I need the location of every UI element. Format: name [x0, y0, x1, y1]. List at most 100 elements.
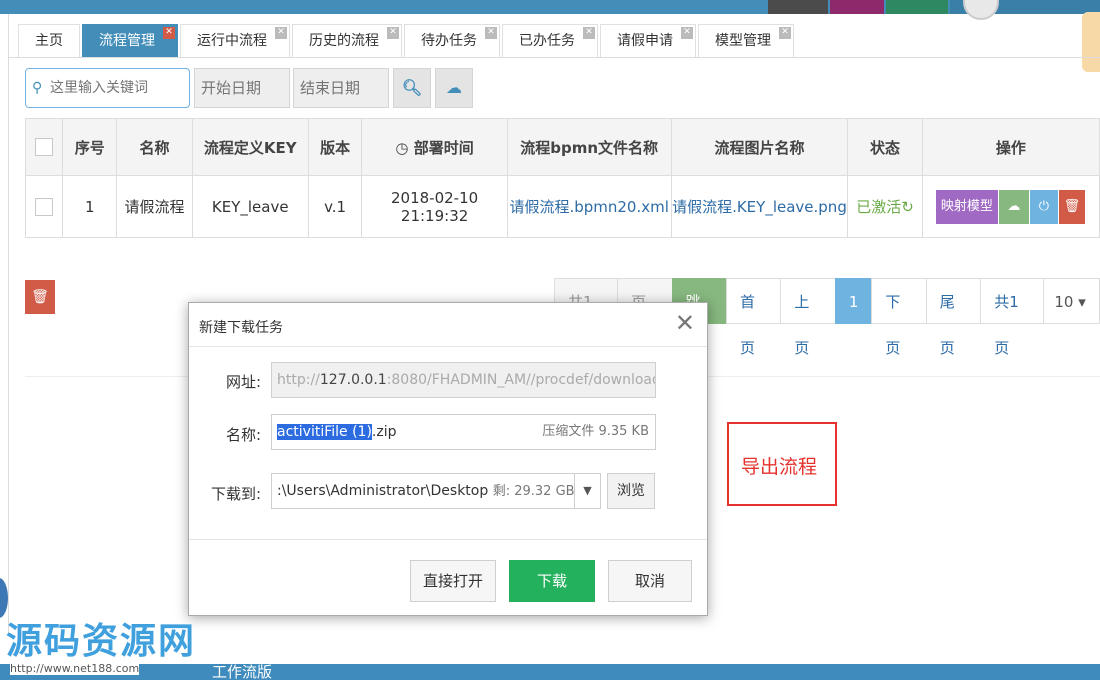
image-file-link[interactable]: 请假流程.KEY_leave.png	[672, 198, 847, 216]
footer-text: 工作流版	[212, 663, 273, 680]
tab-label: 待办任务	[421, 33, 477, 49]
cell-version: v.1	[307, 175, 363, 238]
watermark: 源码资源网	[6, 621, 197, 662]
annotation-box: 导出流程	[727, 422, 837, 506]
open-direct-button[interactable]: 直接打开	[410, 560, 496, 602]
cloud-download-icon: ☁	[446, 78, 462, 97]
dialog-title: 新建下载任务	[199, 320, 283, 336]
pager-last[interactable]: 尾页	[925, 278, 982, 357]
batch-delete-button[interactable]: 🗑︎	[25, 280, 55, 314]
tab-home[interactable]: 主页	[18, 24, 80, 57]
pager-next[interactable]: 下页	[871, 278, 927, 357]
cell-actions: 映射模型 ☁ ⏻ 🗑︎	[921, 175, 1100, 238]
tab-model-management[interactable]: 模型管理 ✕	[698, 24, 794, 57]
cancel-button[interactable]: 取消	[608, 560, 692, 602]
download-button[interactable]: ☁	[998, 189, 1029, 224]
export-button[interactable]: ☁	[435, 68, 473, 108]
table-header-row: 序号 名称 流程定义KEY 版本 ◷ 部署时间 流程bpmn文件名称 流程图片名…	[24, 118, 1100, 176]
start-date-input[interactable]	[195, 69, 289, 107]
tab-label: 主页	[35, 33, 63, 49]
footer-bar: 工作流版	[0, 664, 1100, 680]
tab-label: 流程管理	[99, 33, 155, 49]
navbar-block[interactable]	[886, 0, 948, 14]
url-label: 网址:	[225, 373, 261, 391]
column-header: 版本	[307, 118, 363, 176]
close-icon[interactable]: ✕	[583, 27, 595, 39]
name-label: 名称:	[225, 426, 261, 444]
save-dir-select[interactable]: :\Users\Administrator\Desktop 剩: 29.32 G…	[271, 473, 601, 509]
end-date-input[interactable]	[294, 69, 388, 107]
tab-divider	[8, 57, 1100, 58]
table-row: 1 请假流程 KEY_leave v.1 2018-02-10 21:19:32…	[24, 175, 1100, 238]
download-dialog: 新建下载任务 ✕ 网址: http://127.0.0.1:8080/FHADM…	[188, 302, 708, 616]
sidebar-edge	[8, 14, 9, 634]
close-icon[interactable]: ✕	[681, 27, 693, 39]
cell-status: 已激活↻	[847, 175, 923, 238]
navbar-block[interactable]	[768, 0, 828, 14]
column-header: ◷ 部署时间	[361, 118, 508, 176]
row-select-cell	[24, 175, 64, 238]
suspend-button[interactable]: ⏻	[1029, 189, 1058, 224]
close-icon[interactable]: ✕	[163, 27, 175, 39]
trash-icon: 🗑︎	[1063, 198, 1081, 214]
column-header: 序号	[62, 118, 118, 176]
select-all-checkbox[interactable]	[35, 138, 54, 157]
side-flag[interactable]	[1082, 12, 1100, 72]
chevron-down-icon[interactable]: ▼	[574, 474, 600, 508]
column-header: 名称	[116, 118, 193, 176]
tab-history-process[interactable]: 历史的流程 ✕	[292, 24, 402, 57]
save-to-label: 下载到:	[210, 485, 261, 503]
avatar[interactable]	[963, 0, 999, 20]
file-size-hint: 压缩文件 9.35 KB	[542, 424, 649, 439]
column-header: 流程定义KEY	[191, 118, 309, 176]
delete-button[interactable]: 🗑︎	[1058, 189, 1085, 224]
end-date-field	[293, 68, 389, 108]
tab-running-process[interactable]: 运行中流程 ✕	[180, 24, 290, 57]
power-icon: ⏻	[1038, 198, 1049, 214]
cloud-download-icon: ☁	[1007, 198, 1021, 214]
process-table: 序号 名称 流程定义KEY 版本 ◷ 部署时间 流程bpmn文件名称 流程图片名…	[24, 118, 1100, 238]
pager-current[interactable]: 1	[834, 278, 873, 324]
status-label[interactable]: 已激活	[856, 198, 901, 216]
pager-first[interactable]: 首页	[725, 278, 782, 357]
chevron-down-icon: ▾	[1078, 293, 1086, 311]
close-icon[interactable]: ✕	[675, 311, 695, 335]
pager-prev[interactable]: 上页	[780, 278, 836, 357]
url-rest: :8080/FHADMIN_AM//procdef/download.do	[386, 372, 656, 388]
close-icon[interactable]: ✕	[275, 27, 287, 39]
search-button[interactable]: 🔍︎	[393, 68, 431, 108]
browse-button[interactable]: 浏览	[607, 473, 655, 509]
column-header: 流程bpmn文件名称	[506, 118, 672, 176]
tab-leave-request[interactable]: 请假申请 ✕	[600, 24, 696, 57]
watermark-url: http://www.net188.com	[10, 662, 140, 675]
close-icon[interactable]: ✕	[485, 27, 497, 39]
keyword-search: ⚲	[25, 68, 190, 108]
map-model-button[interactable]: 映射模型	[935, 189, 998, 224]
tab-label: 运行中流程	[197, 33, 267, 49]
url-field[interactable]: http://127.0.0.1:8080/FHADMIN_AM//procde…	[271, 362, 656, 398]
tab-done-tasks[interactable]: 已办任务 ✕	[502, 24, 598, 57]
keyword-input[interactable]	[50, 77, 186, 99]
close-icon[interactable]: ✕	[387, 27, 399, 39]
download-confirm-button[interactable]: 下载	[509, 560, 595, 602]
page-size-value: 10	[1054, 293, 1074, 311]
tab-label: 已办任务	[519, 33, 575, 49]
row-checkbox[interactable]	[35, 197, 54, 216]
pager-page-count: 共1页	[980, 278, 1045, 357]
select-all-cell	[24, 118, 64, 176]
column-header: 操作	[921, 118, 1100, 176]
start-date-field	[194, 68, 290, 108]
bpmn-file-link[interactable]: 请假流程.bpmn20.xml	[509, 198, 668, 216]
navbar-block[interactable]	[830, 0, 884, 14]
close-icon[interactable]: ✕	[779, 27, 791, 39]
tab-process-management[interactable]: 流程管理 ✕	[82, 24, 178, 57]
page-size-select[interactable]: 10 ▾	[1043, 278, 1100, 324]
tab-label: 模型管理	[715, 33, 771, 49]
tab-todo-tasks[interactable]: 待办任务 ✕	[404, 24, 500, 57]
save-dir-value: :\Users\Administrator\Desktop	[277, 483, 489, 499]
refresh-icon[interactable]: ↻	[901, 198, 914, 216]
annotation-text: 导出流程	[741, 456, 818, 478]
filename-field[interactable]: activitiFile (1).zip 压缩文件 9.35 KB	[271, 414, 656, 450]
top-navbar	[0, 0, 1100, 20]
column-header: 状态	[847, 118, 923, 176]
